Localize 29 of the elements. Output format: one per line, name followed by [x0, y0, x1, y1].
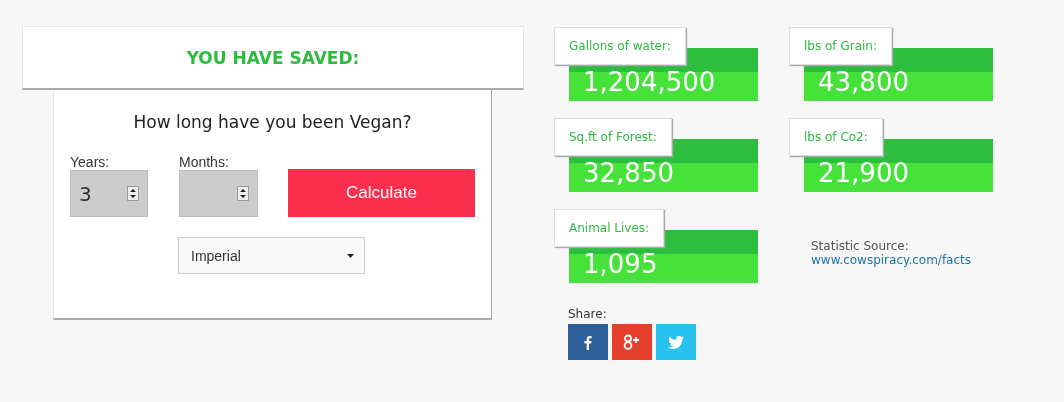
- question-text: How long have you been Vegan?: [132, 112, 413, 132]
- share-label: Share:: [568, 307, 608, 321]
- googleplus-share-button[interactable]: [612, 324, 652, 360]
- stat-label: Gallons of water:: [569, 39, 671, 53]
- source-link[interactable]: www.cowspiracy.com/facts: [811, 253, 989, 267]
- stat-value: 43,800: [818, 65, 909, 97]
- stat-label: Sq.ft of Forest:: [569, 130, 657, 144]
- stat-value: 32,850: [583, 156, 674, 188]
- stat-label: Animal Lives:: [569, 221, 650, 235]
- source-label: Statistic Source:: [811, 239, 910, 253]
- saved-title: YOU HAVE SAVED:: [186, 47, 360, 68]
- spinner-icon[interactable]: [237, 186, 249, 201]
- stat-value: 1,204,500: [583, 65, 716, 97]
- years-field[interactable]: 3: [70, 170, 148, 217]
- years-label: Years:: [70, 154, 111, 170]
- calculate-button[interactable]: Calculate: [288, 169, 475, 217]
- stat-value: 21,900: [818, 156, 909, 188]
- google-plus-icon: [623, 334, 641, 350]
- facebook-icon: [584, 334, 592, 350]
- units-dropdown[interactable]: Imperial: [178, 237, 365, 274]
- facebook-share-button[interactable]: [568, 324, 608, 360]
- stat-label: lbs of Co2:: [804, 130, 868, 144]
- stat-value: 1,095: [583, 247, 658, 279]
- months-field[interactable]: [179, 170, 258, 217]
- caret-icon: [347, 253, 354, 258]
- spinner-icon[interactable]: [127, 186, 139, 201]
- stat-label: lbs of Grain:: [804, 39, 877, 53]
- months-label: Months:: [179, 154, 230, 170]
- bird-icon: [668, 335, 684, 349]
